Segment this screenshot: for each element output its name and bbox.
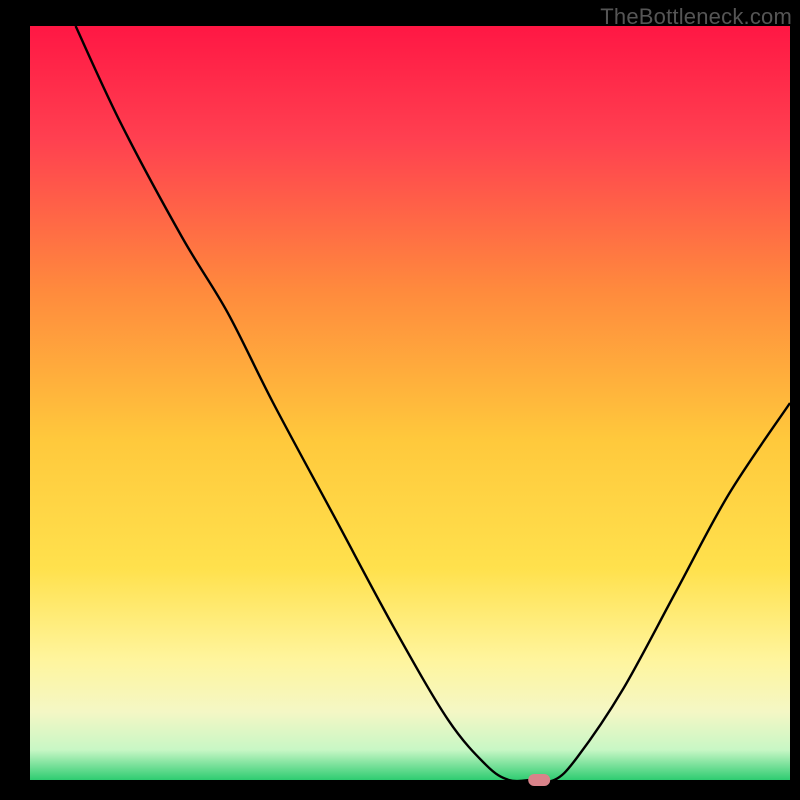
gradient-background <box>30 26 790 780</box>
chart-root: TheBottleneck.com <box>0 0 800 800</box>
watermark-text: TheBottleneck.com <box>600 4 792 30</box>
chart-svg <box>0 0 800 800</box>
optimal-marker <box>528 774 550 786</box>
